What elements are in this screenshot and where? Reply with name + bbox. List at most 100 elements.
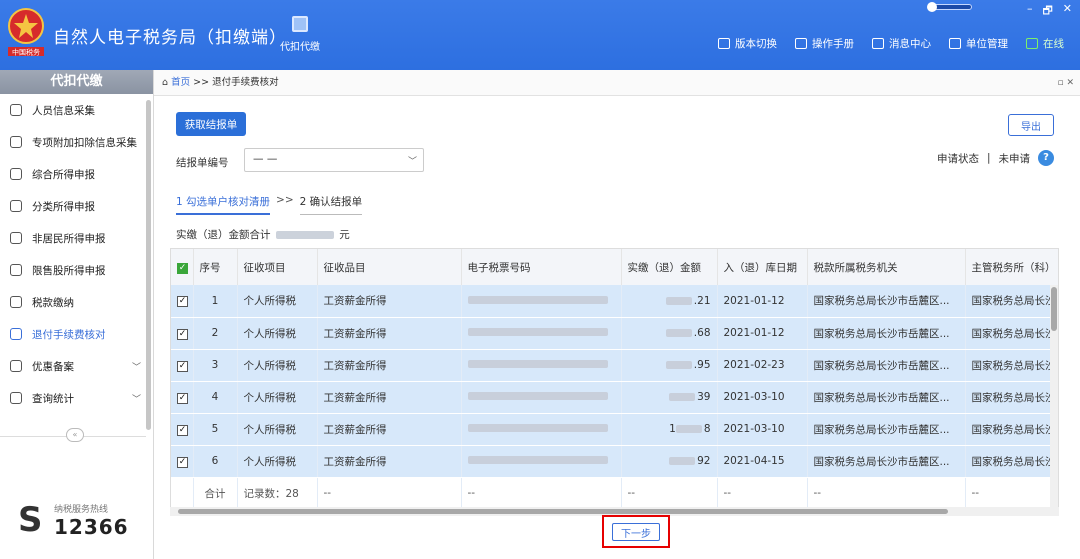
table-row[interactable]: ✓ 3 个人所得税 工资薪金所得 .95 2021-02-23 国家税务总局长沙市岳麓区..… (171, 349, 1058, 382)
vscroll-thumb[interactable] (1051, 287, 1057, 331)
row-checkbox[interactable]: ✓ (171, 413, 194, 446)
unit-management-link[interactable]: 单位管理 (949, 36, 1008, 51)
version-switch-link[interactable]: 版本切换 (718, 36, 777, 51)
checkbox-checked-icon[interactable]: ✓ (177, 392, 188, 404)
table-row[interactable]: ✓ 2 个人所得税 工资薪金所得 .68 2021-01-12 国家税务总局长沙市岳麓区..… (171, 317, 1058, 350)
sidebar-item-label: 分类所得申报 (32, 200, 95, 213)
cell-branch: 国家税务总局长沙 (965, 349, 1058, 382)
redacted-ticket (467, 295, 608, 304)
cell-office: 国家税务总局长沙市岳麓区... (807, 381, 966, 414)
checkbox-checked-icon[interactable]: ✓ (177, 328, 188, 340)
redacted-amount (675, 425, 702, 433)
cell-office: 国家税务总局长沙市岳麓区... (807, 349, 966, 382)
step-sep: >> (276, 194, 294, 206)
cell-date: 2021-03-10 (717, 413, 808, 446)
amount-prefix: 1 (669, 423, 676, 435)
checkbox-checked-icon[interactable]: ✓ (177, 424, 188, 436)
cell-subitem: 工资薪金所得 (317, 317, 462, 350)
monitor-icon (1026, 38, 1038, 49)
summary-dash: -- (965, 477, 1058, 510)
manual-link[interactable]: 操作手册 (795, 36, 854, 51)
header-date: 入（退）库日期 (717, 249, 808, 285)
summary-dash: -- (621, 477, 718, 510)
sidebar-item[interactable]: 查询统计 ﹀ (0, 382, 153, 414)
table-vertical-scrollbar[interactable] (1050, 285, 1058, 511)
step-1-tab[interactable]: 1 勾选单户核对清册 (176, 194, 271, 215)
cell-date: 2021-01-12 (717, 285, 808, 318)
checkbox-checked-icon[interactable]: ✓ (177, 360, 188, 372)
amount-suffix: .21 (693, 294, 711, 307)
step-2-tab[interactable]: 2 确认结报单 (299, 194, 363, 215)
sidebar-item-label: 综合所得申报 (32, 168, 95, 181)
collapse-icon[interactable]: « (66, 428, 84, 442)
table-row[interactable]: ✓ 4 个人所得税 工资薪金所得 39 2021-03-10 国家税务总局长沙市岳麓区...… (171, 381, 1058, 414)
online-status-link[interactable]: 在线 (1026, 36, 1064, 51)
row-checkbox[interactable]: ✓ (171, 317, 194, 350)
sidebar-items: 人员信息采集专项附加扣除信息采集 综合所得申报 分类所得申报非居民所得申报限售股所得… (0, 94, 153, 414)
hscroll-thumb[interactable] (178, 509, 948, 514)
cell-subitem: 工资薪金所得 (317, 445, 462, 478)
toggle-switch[interactable] (927, 2, 972, 12)
table-header: ✓ 序号 征收项目 征收品目 电子税票号码 实缴（退）金额 入（退）库日期 税款… (171, 249, 1058, 285)
cell-amount: .95 (621, 349, 718, 382)
row-checkbox[interactable]: ✓ (171, 381, 194, 414)
summary-empty (171, 477, 194, 510)
fetch-report-button[interactable]: 获取结报单 (176, 112, 246, 136)
header-item: 征收项目 (237, 249, 318, 285)
cell-ticket (461, 285, 622, 318)
report-no-value: — — (253, 153, 278, 165)
checkbox-checked-icon[interactable]: ✓ (177, 456, 188, 468)
sidebar-item[interactable]: 税款缴纳 (0, 286, 153, 318)
module-daikou[interactable]: 代扣代缴 (275, 16, 325, 53)
report-no-select[interactable]: — — ﹀ (244, 148, 424, 172)
sidebar-item[interactable]: 综合所得申报 (0, 158, 153, 190)
minimize-icon[interactable]: – (1027, 2, 1033, 21)
breadcrumb-home[interactable]: 首页 (171, 77, 190, 88)
header-amount: 实缴（退）金额 (621, 249, 718, 285)
amount-suffix: 39 (697, 391, 711, 403)
bar-chart-icon (10, 264, 22, 276)
export-button[interactable]: 导出 (1008, 114, 1054, 136)
close-icon[interactable]: ✕ (1063, 2, 1072, 21)
table-row[interactable]: ✓ 6 个人所得税 工资薪金所得 92 2021-04-15 国家税务总局长沙市岳麓区...… (171, 445, 1058, 478)
sidebar-item-label: 限售股所得申报 (32, 264, 106, 277)
page-controls[interactable]: ▫ ✕ (1057, 70, 1074, 96)
sidebar-item[interactable]: 限售股所得申报 (0, 254, 153, 286)
sidebar-item-label: 专项附加扣除信息采集 (32, 136, 137, 149)
row-checkbox[interactable]: ✓ (171, 349, 194, 382)
person-plus-icon (10, 232, 22, 244)
sidebar-item[interactable]: 专项附加扣除信息采集 (0, 126, 153, 158)
maximize-icon[interactable]: 🗗 (1042, 2, 1052, 21)
checkbox-checked-icon[interactable]: ✓ (177, 296, 188, 308)
table-row[interactable]: ✓ 5 个人所得税 工资薪金所得 1 8 2021-03-10 国家税务总局长沙市岳麓区...… (171, 413, 1058, 446)
sidebar-item[interactable]: 退付手续费核对 (0, 318, 153, 350)
breadcrumb-current: 退付手续费核对 (212, 77, 279, 88)
row-checkbox[interactable]: ✓ (171, 285, 194, 318)
check-all-icon[interactable]: ✓ (177, 262, 188, 274)
sidebar-item[interactable]: 非居民所得申报 (0, 222, 153, 254)
cell-no: 4 (193, 381, 238, 414)
sidebar-scrollbar[interactable] (146, 100, 151, 430)
sidebar-item[interactable]: 优惠备案 ﹀ (0, 350, 153, 382)
chevron-down-icon: ﹀ (407, 157, 417, 167)
person-icon (10, 104, 22, 116)
cell-date: 2021-03-10 (717, 381, 808, 414)
help-icon[interactable]: ? (1038, 150, 1054, 166)
row-checkbox[interactable]: ✓ (171, 445, 194, 478)
cell-branch: 国家税务总局长沙 (965, 413, 1058, 446)
redacted-ticket (467, 424, 608, 432)
message-center-link[interactable]: 消息中心 (872, 36, 931, 51)
header-checkbox[interactable]: ✓ (171, 249, 194, 285)
module-label: 代扣代缴 (280, 42, 320, 53)
cell-ticket (461, 317, 622, 350)
cell-subitem: 工资薪金所得 (317, 381, 462, 414)
table-row[interactable]: ✓ 1 个人所得税 工资薪金所得 .21 2021-01-12 国家税务总局长沙市岳麓区..… (171, 285, 1058, 318)
sidebar-item-label: 查询统计 (32, 392, 74, 405)
sidebar-item[interactable]: 分类所得申报 (0, 190, 153, 222)
home-icon[interactable]: ⌂ (162, 77, 168, 88)
next-step-button[interactable]: 下一步 (612, 523, 660, 541)
steps: 1 勾选单户核对清册 >> 2 确认结报单 (176, 194, 363, 215)
sidebar-item[interactable]: 人员信息采集 (0, 94, 153, 126)
cell-amount: .21 (621, 285, 718, 318)
summary-dash: -- (317, 477, 462, 510)
